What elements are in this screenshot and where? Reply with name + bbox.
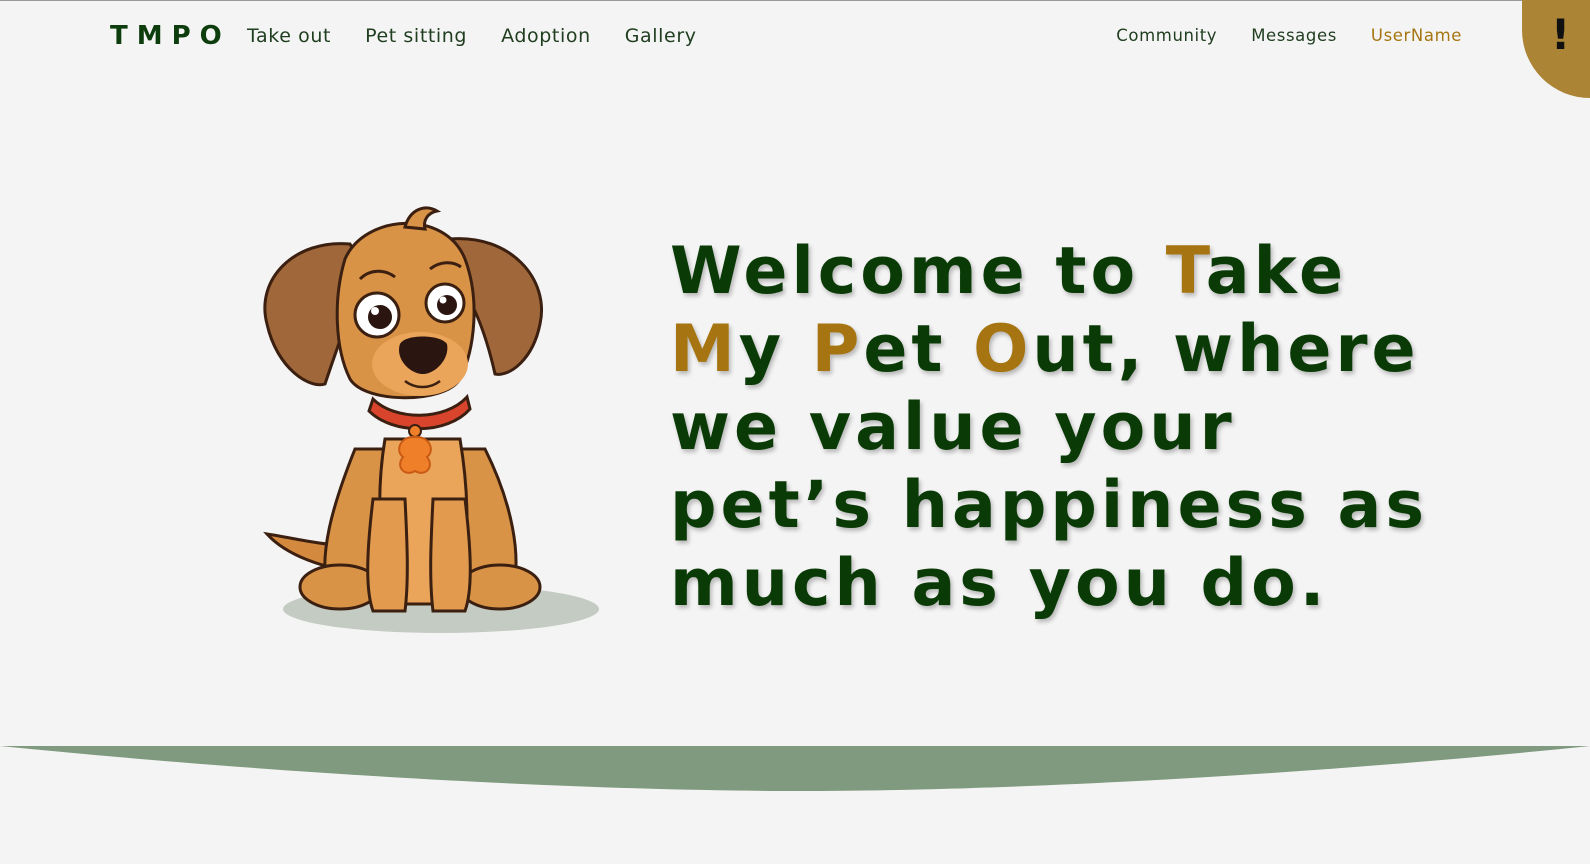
headline-segment: Welcome to [670, 234, 1166, 309]
primary-nav: Take out Pet sitting Adoption Gallery [247, 25, 731, 47]
footer-wave [0, 746, 1590, 791]
exclamation-icon: ! [1551, 10, 1571, 59]
nav-username[interactable]: UserName [1371, 26, 1462, 45]
landing-page: TMPO Take out Pet sitting Adoption Galle… [0, 0, 1590, 864]
nav-messages[interactable]: Messages [1251, 26, 1337, 45]
dog-illustration [263, 206, 599, 633]
brand-logo[interactable]: TMPO [110, 21, 231, 51]
headline-segment: et [863, 312, 974, 387]
hero-headline: Welcome to Take My Pet Out, where we val… [670, 233, 1430, 623]
nav-community[interactable]: Community [1116, 26, 1217, 45]
headline-accent-letter: M [670, 312, 739, 387]
alert-button[interactable]: ! [1522, 0, 1590, 98]
nav-take-out[interactable]: Take out [247, 25, 331, 47]
nav-pet-sitting[interactable]: Pet sitting [365, 25, 467, 47]
nav-adoption[interactable]: Adoption [501, 25, 591, 47]
headline-accent-letter: O [973, 312, 1033, 387]
nav-gallery[interactable]: Gallery [625, 25, 697, 47]
headline-segment: ake [1205, 234, 1348, 309]
headline-accent-letter: T [1165, 234, 1206, 309]
headline-segment: y [738, 312, 812, 387]
account-nav: Community Messages UserName [1082, 26, 1462, 45]
headline-accent-letter: P [811, 312, 864, 387]
